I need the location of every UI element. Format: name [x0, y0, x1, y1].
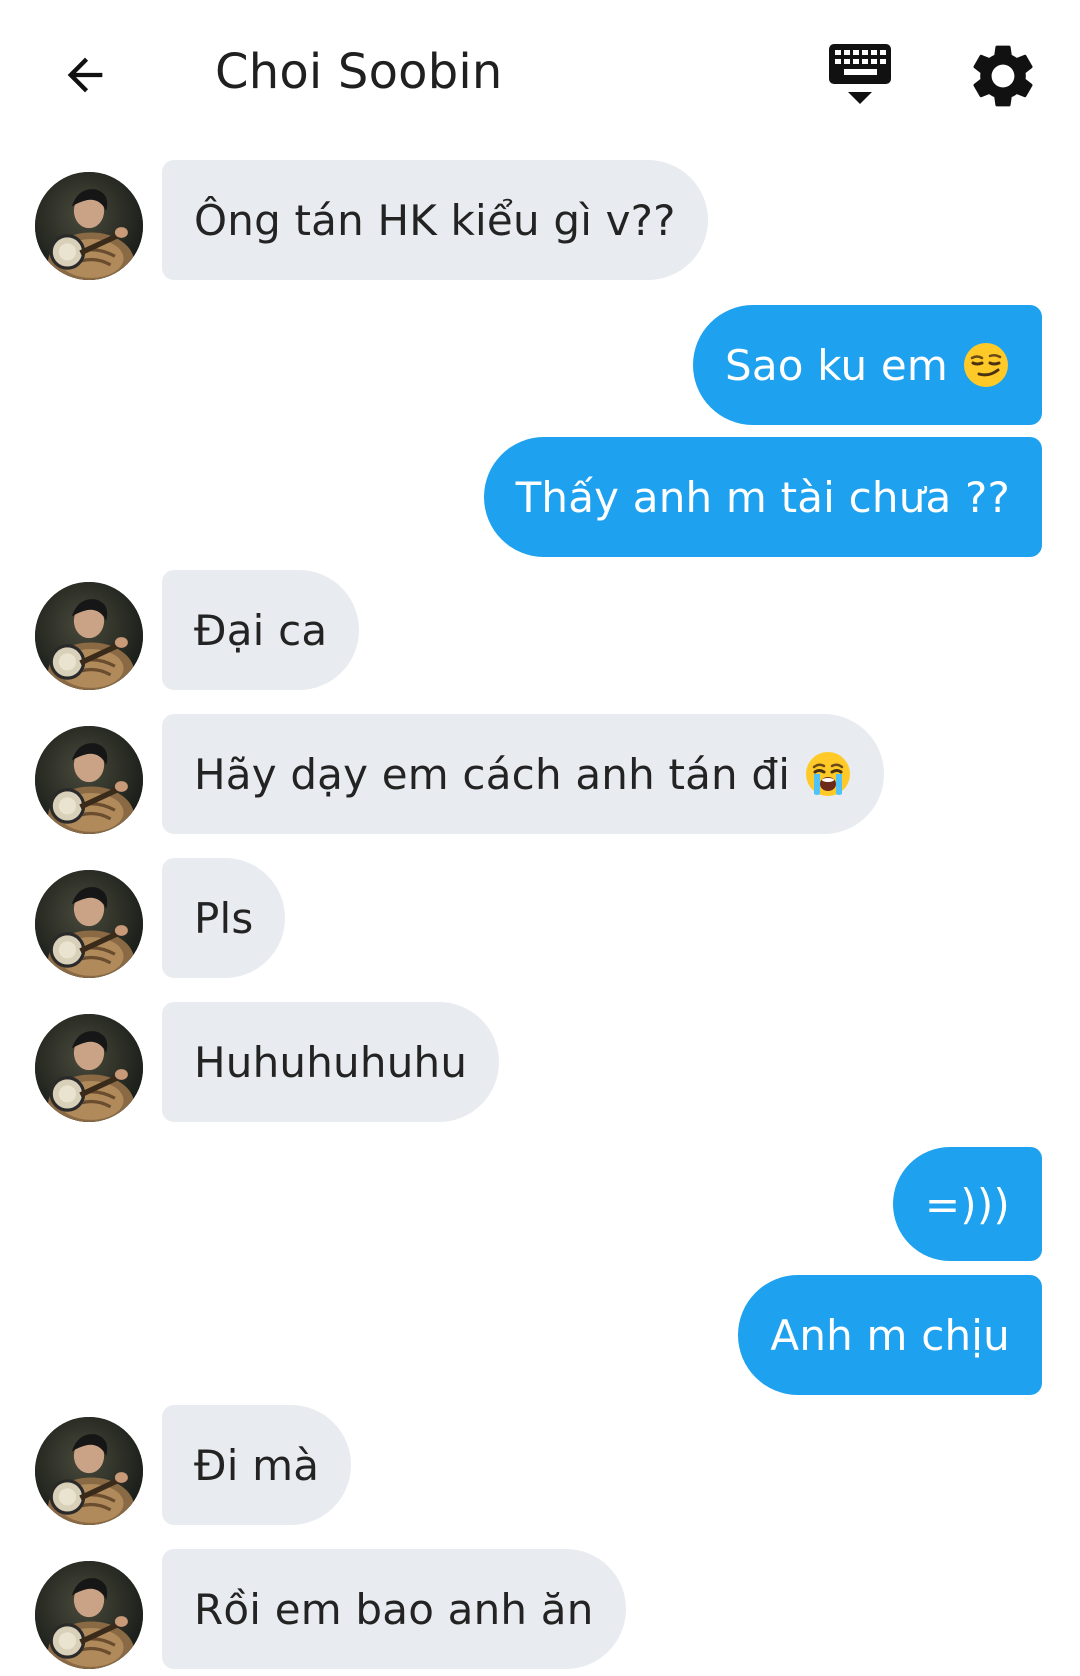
message-bubble[interactable]: Huhuhuhuhu	[162, 1002, 500, 1122]
settings-button[interactable]	[965, 38, 1041, 114]
message-bubble[interactable]: Thấy anh m tài chưa ??	[483, 437, 1042, 557]
avatar[interactable]	[35, 1561, 143, 1669]
keyboard-toggle-button[interactable]	[825, 40, 895, 110]
avatar[interactable]	[35, 1014, 143, 1122]
smirking-face-emoji	[964, 343, 1008, 387]
message-text: Pls	[194, 893, 254, 943]
avatar[interactable]	[35, 582, 143, 690]
avatar[interactable]	[35, 870, 143, 978]
message-text: =)))	[924, 1179, 1010, 1229]
message-text: Anh m chịu	[770, 1310, 1010, 1360]
arrow-left-icon	[67, 57, 103, 93]
chat-header: Choi Soobin	[0, 0, 1080, 150]
avatar[interactable]	[35, 1417, 143, 1525]
message-bubble[interactable]: Rồi em bao anh ăn	[162, 1549, 626, 1669]
message-text: Huhuhuhuhu	[194, 1037, 468, 1087]
message-bubble[interactable]: Ông tán HK kiểu gì v??	[162, 160, 708, 280]
message-text: Rồi em bao anh ăn	[194, 1584, 594, 1634]
message-text: Hãy dạy em cách anh tán đi	[194, 749, 791, 799]
message-text: Đại ca	[194, 605, 328, 655]
avatar[interactable]	[35, 172, 143, 280]
message-text: Sao ku em	[725, 340, 948, 390]
message-text: Đi mà	[194, 1440, 320, 1490]
message-bubble[interactable]: Đi mà	[162, 1405, 352, 1525]
message-bubble[interactable]: Pls	[162, 858, 286, 978]
message-bubble[interactable]: Đại ca	[162, 570, 360, 690]
loudly-crying-face-emoji	[806, 752, 851, 796]
back-button[interactable]	[50, 40, 120, 110]
keyboard-hide-icon	[829, 44, 891, 104]
message-bubble[interactable]: =)))	[892, 1147, 1042, 1261]
page-title: Choi Soobin	[215, 44, 503, 100]
avatar[interactable]	[35, 726, 143, 834]
message-bubble[interactable]: Sao ku em	[693, 305, 1042, 425]
message-text: Thấy anh m tài chưa ??	[515, 472, 1010, 522]
message-bubble[interactable]: Anh m chịu	[738, 1275, 1042, 1395]
message-bubble[interactable]: Hãy dạy em cách anh tán đi	[162, 714, 885, 834]
gear-icon	[973, 45, 1033, 107]
message-text: Ông tán HK kiểu gì v??	[194, 195, 676, 245]
